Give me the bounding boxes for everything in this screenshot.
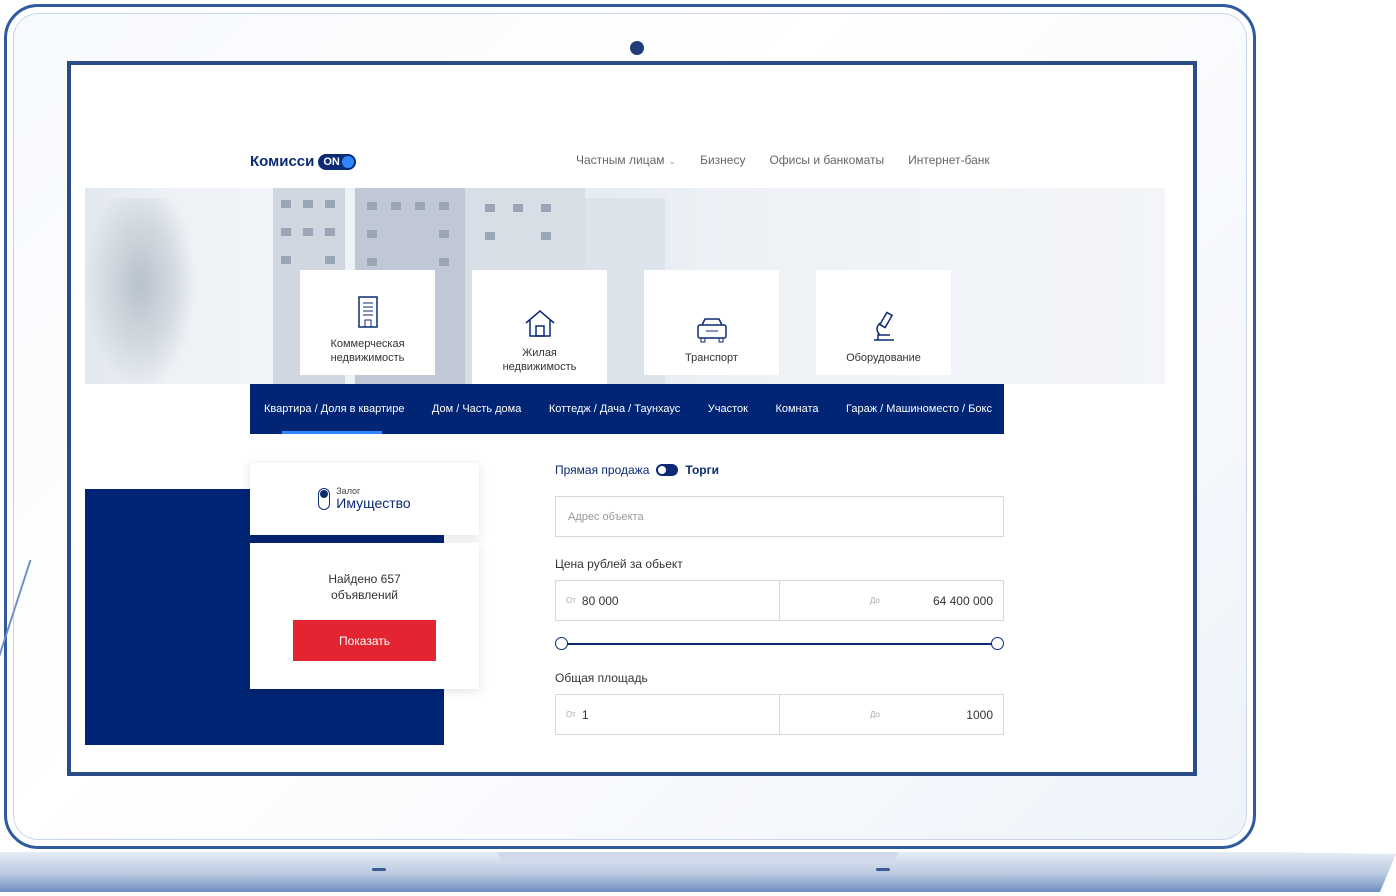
category-label: недвижимость	[502, 361, 577, 373]
price-slider[interactable]	[555, 637, 1004, 651]
nav-offices-atms[interactable]: Офисы и банкоматы	[769, 153, 884, 167]
toggle-icon[interactable]	[318, 488, 331, 510]
auction-label[interactable]: Торги	[685, 463, 719, 477]
category-label: Оборудование	[846, 352, 921, 364]
from-prefix: От	[566, 596, 576, 605]
to-prefix: До	[870, 596, 880, 605]
sale-type-switch: Прямая продажа Торги	[555, 463, 1005, 477]
area-label: Общая площадь	[555, 671, 648, 685]
area-to-value: 1000	[966, 707, 993, 722]
tab-garage[interactable]: Гараж / Машиноместо / Бокс	[846, 403, 992, 415]
category-label: Транспорт	[685, 352, 738, 364]
direct-sale-label[interactable]: Прямая продажа	[555, 463, 649, 477]
screen: Комисси ON Частным лицам ⌄ Бизнесу Офисы …	[67, 61, 1197, 776]
collateral-toggle-card[interactable]: Залог Имущество	[250, 463, 479, 535]
slider-handle-max[interactable]	[991, 637, 1004, 650]
category-residential[interactable]: Жилая недвижимость	[472, 270, 607, 384]
logo[interactable]: Комисси ON	[250, 153, 357, 170]
category-transport[interactable]: Транспорт	[644, 270, 779, 375]
logo-text: Комисси	[250, 153, 315, 170]
price-from-value: 80 000	[581, 593, 619, 608]
price-to-field[interactable]: До 64 400 000	[779, 581, 1003, 620]
area-range: От 1 До 1000	[555, 694, 1004, 735]
tab-land-plot[interactable]: Участок	[708, 403, 748, 415]
from-prefix: От	[566, 710, 576, 719]
results-card: Найдено 657 объявлений Показать	[250, 543, 479, 689]
tab-room[interactable]: Комната	[775, 403, 818, 415]
nav-internet-bank[interactable]: Интернет-банк	[908, 153, 990, 167]
logo-toggle-label: ON	[323, 155, 340, 168]
chevron-down-icon: ⌄	[668, 156, 677, 166]
tab-cottage[interactable]: Коттедж / Дача / Таунхаус	[549, 403, 680, 415]
to-prefix: До	[870, 710, 880, 719]
hero-banner	[85, 188, 1165, 384]
price-range: От 80 000 До 64 400 000	[555, 580, 1004, 621]
camera-icon	[630, 41, 644, 55]
area-from-field[interactable]: От 1	[556, 695, 779, 734]
category-label: Коммерческая	[330, 338, 405, 350]
car-icon	[696, 318, 727, 343]
price-from-field[interactable]: От 80 000	[556, 581, 779, 620]
laptop-notch	[498, 852, 898, 862]
sale-type-toggle[interactable]	[656, 464, 679, 476]
subcategory-tabs: Квартира / Доля в квартире Дом / Часть д…	[250, 384, 1004, 434]
active-tab-indicator	[282, 431, 382, 434]
microscope-icon	[873, 311, 894, 341]
category-commercial[interactable]: Коммерческая недвижимость	[300, 270, 435, 375]
tree-image	[85, 198, 195, 384]
show-button[interactable]: Показать	[293, 620, 436, 661]
slider-handle-min[interactable]	[555, 637, 568, 650]
logo-toggle-icon: ON	[318, 153, 357, 170]
tab-apartment[interactable]: Квартира / Доля в квартире	[264, 403, 404, 415]
area-to-field[interactable]: До 1000	[779, 695, 1003, 734]
price-to-value: 64 400 000	[932, 593, 993, 608]
nav-business[interactable]: Бизнесу	[700, 153, 745, 167]
building-icon	[357, 296, 378, 328]
area-from-value: 1	[581, 707, 589, 722]
house-icon	[525, 310, 554, 337]
slider-track	[561, 643, 998, 645]
nav-label: Частным лицам	[576, 153, 665, 167]
address-input[interactable]: Адрес объекта	[555, 496, 1004, 537]
laptop-foot	[372, 868, 386, 871]
collateral-big-label: Имущество	[336, 495, 411, 511]
results-count: Найдено 657 объявлений	[328, 572, 401, 602]
category-label: Жилая	[522, 347, 557, 359]
laptop-foot	[876, 868, 890, 871]
filter-form: Прямая продажа Торги Адрес объекта Цена …	[555, 463, 1005, 735]
price-label: Цена рублей за обьект	[555, 557, 683, 571]
tab-house[interactable]: Дом / Часть дома	[432, 403, 521, 415]
top-navigation: Частным лицам ⌄ Бизнесу Офисы и банкоматы…	[576, 153, 990, 167]
active-category-pointer	[537, 375, 553, 384]
nav-private-persons[interactable]: Частным лицам ⌄	[576, 153, 676, 167]
category-label: недвижимость	[330, 352, 405, 364]
category-equipment[interactable]: Оборудование	[816, 270, 951, 375]
